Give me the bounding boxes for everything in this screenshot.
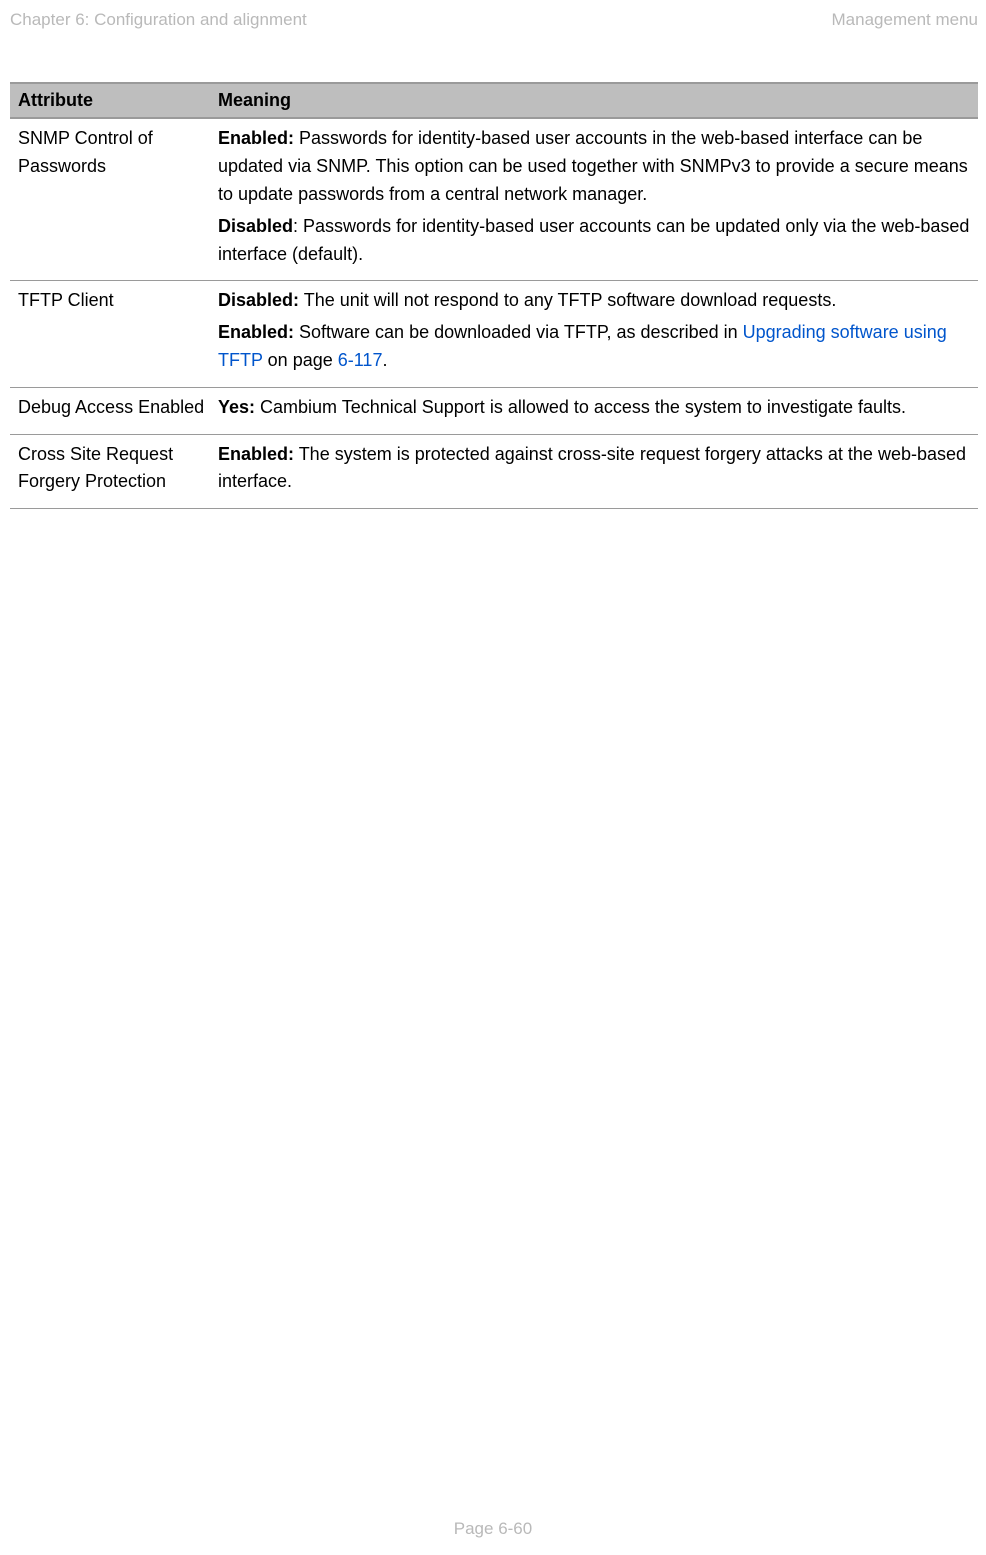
cell-meaning: Enabled: Passwords for identity-based us… xyxy=(210,118,978,281)
col-header-meaning: Meaning xyxy=(210,83,978,118)
paragraph: Disabled: Passwords for identity-based u… xyxy=(218,213,970,269)
cell-attribute: TFTP Client xyxy=(10,281,210,388)
option-text: : Passwords for identity-based user acco… xyxy=(218,216,969,264)
option-label: Enabled: xyxy=(218,322,294,342)
option-label: Enabled: xyxy=(218,128,294,148)
cell-attribute: SNMP Control of Passwords xyxy=(10,118,210,281)
header-left: Chapter 6: Configuration and alignment xyxy=(10,10,307,30)
cell-meaning: Yes: Cambium Technical Support is allowe… xyxy=(210,388,978,434)
header-right: Management menu xyxy=(832,10,978,30)
table-row: Cross Site Request Forgery Protection En… xyxy=(10,434,978,509)
cell-attribute: Cross Site Request Forgery Protection xyxy=(10,434,210,509)
link-pageref[interactable]: 6-117 xyxy=(338,350,383,370)
option-text: The unit will not respond to any TFTP so… xyxy=(299,290,836,310)
option-label: Yes: xyxy=(218,397,255,417)
table-row: SNMP Control of Passwords Enabled: Passw… xyxy=(10,118,978,281)
content-area: Attribute Meaning SNMP Control of Passwo… xyxy=(10,82,978,509)
attribute-table: Attribute Meaning SNMP Control of Passwo… xyxy=(10,82,978,509)
paragraph: Enabled: Software can be downloaded via … xyxy=(218,319,970,375)
paragraph: Enabled: The system is protected against… xyxy=(218,441,970,497)
option-label: Disabled: xyxy=(218,290,299,310)
option-text: Cambium Technical Support is allowed to … xyxy=(255,397,906,417)
cell-meaning: Disabled: The unit will not respond to a… xyxy=(210,281,978,388)
table-header-row: Attribute Meaning xyxy=(10,83,978,118)
col-header-attribute: Attribute xyxy=(10,83,210,118)
paragraph: Yes: Cambium Technical Support is allowe… xyxy=(218,394,970,422)
paragraph: Enabled: Passwords for identity-based us… xyxy=(218,125,970,209)
option-text: Software can be downloaded via TFTP, as … xyxy=(294,322,743,342)
page-header: Chapter 6: Configuration and alignment M… xyxy=(0,10,986,30)
option-text: The system is protected against cross-si… xyxy=(218,444,966,492)
table-row: Debug Access Enabled Yes: Cambium Techni… xyxy=(10,388,978,434)
option-text: Passwords for identity-based user accoun… xyxy=(218,128,968,204)
cell-meaning: Enabled: The system is protected against… xyxy=(210,434,978,509)
option-label: Disabled xyxy=(218,216,293,236)
option-text: on page xyxy=(263,350,338,370)
paragraph: Disabled: The unit will not respond to a… xyxy=(218,287,970,315)
option-label: Enabled: xyxy=(218,444,294,464)
option-text: . xyxy=(382,350,387,370)
table-row: TFTP Client Disabled: The unit will not … xyxy=(10,281,978,388)
page-footer: Page 6-60 xyxy=(0,1519,986,1539)
page-number: Page 6-60 xyxy=(454,1519,532,1538)
cell-attribute: Debug Access Enabled xyxy=(10,388,210,434)
